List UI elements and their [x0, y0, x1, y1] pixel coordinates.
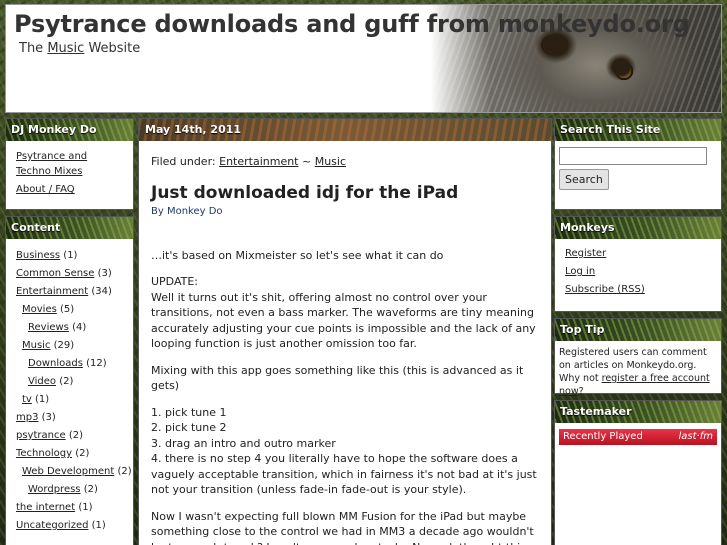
- category-item: tv (1): [16, 391, 125, 409]
- monkeys-box: Monkeys Register Log in Subscribe (RSS): [554, 216, 722, 312]
- site-tagline: The Music Website: [19, 41, 141, 56]
- category-item: psytrance (2): [16, 427, 125, 445]
- tastemaker-box: Tastemaker Recently Played last·fm: [554, 400, 722, 545]
- category-count: (5): [60, 304, 75, 315]
- category-count: (29): [53, 340, 75, 351]
- category-item: Entertainment (34): [16, 283, 125, 301]
- about-faq-link[interactable]: About / FAQ: [16, 184, 75, 195]
- category-item: Reviews (4): [16, 319, 125, 337]
- category-item: the internet (1): [16, 499, 125, 517]
- register-link[interactable]: Register: [565, 248, 606, 259]
- filed-under: Filed under: Entertainment ~ Music: [151, 155, 347, 168]
- category-count: (1): [63, 250, 78, 261]
- top-tip-box: Top Tip Registered users can comment on …: [554, 318, 722, 397]
- dj-monkey-do-box: DJ Monkey Do Psytrance and Techno Mixes …: [5, 118, 134, 210]
- tagline-music-link[interactable]: Music: [47, 41, 84, 56]
- filed-entertainment-link[interactable]: Entertainment: [219, 155, 298, 168]
- category-item: mp3 (3): [16, 409, 125, 427]
- category-item: Uncategorized (1): [16, 517, 125, 535]
- category-link[interactable]: Business: [16, 250, 60, 261]
- search-button[interactable]: Search: [559, 169, 609, 190]
- category-count: (3): [41, 412, 56, 423]
- post-paragraph: …it's based on Mixmeister so let's see w…: [151, 248, 444, 262]
- category-count: (2): [83, 484, 98, 495]
- category-count: (1): [35, 394, 50, 405]
- post-paragraph: Mixing with this app goes something like…: [151, 363, 524, 393]
- category-item: Technology (2): [16, 445, 125, 463]
- category-link[interactable]: the internet: [16, 502, 75, 513]
- post-steps: 1. pick tune 1 2. pick tune 2 3. drag an…: [151, 405, 537, 497]
- monkeys-box-title: Monkeys: [555, 217, 721, 239]
- category-item: Wordpress (2): [16, 481, 125, 499]
- category-item: Movies (5): [16, 301, 125, 319]
- top-tip-cta: Why not register a free account now?: [559, 373, 710, 397]
- top-tip-text: Registered users can comment on articles…: [559, 347, 707, 371]
- category-link[interactable]: Entertainment: [16, 286, 88, 297]
- category-link[interactable]: Uncategorized: [16, 520, 88, 531]
- category-link[interactable]: Downloads: [28, 358, 83, 369]
- category-item: Web Development (2): [16, 463, 132, 481]
- category-link[interactable]: Wordpress: [28, 484, 81, 495]
- category-link[interactable]: psytrance: [16, 430, 66, 441]
- post-date: May 14th, 2011: [139, 119, 551, 141]
- category-count: (4): [72, 322, 87, 333]
- post-byline: By Monkey Do: [151, 206, 223, 217]
- category-link[interactable]: Reviews: [28, 322, 69, 333]
- category-link[interactable]: Music: [22, 340, 50, 351]
- category-link[interactable]: Technology: [16, 448, 72, 459]
- site-title[interactable]: Psytrance downloads and guff from monkey…: [14, 10, 690, 38]
- category-item: Common Sense (3): [16, 265, 125, 283]
- search-box-title: Search This Site: [555, 119, 721, 141]
- category-link[interactable]: Movies: [22, 304, 57, 315]
- category-link[interactable]: Video: [28, 376, 56, 387]
- category-count: (2): [68, 430, 83, 441]
- category-count: (12): [86, 358, 107, 369]
- category-link[interactable]: Web Development: [22, 466, 114, 477]
- search-box: Search This Site Search: [554, 118, 722, 210]
- post-main: May 14th, 2011 Filed under: Entertainmen…: [138, 118, 552, 545]
- post-title[interactable]: Just downloaded idj for the iPad: [151, 184, 540, 202]
- subscribe-rss-link[interactable]: Subscribe (RSS): [565, 284, 645, 295]
- login-link[interactable]: Log in: [565, 266, 595, 277]
- category-count: (3): [97, 268, 112, 279]
- category-count: (34): [91, 286, 112, 297]
- top-tip-title: Top Tip: [555, 319, 721, 341]
- category-count: (1): [91, 520, 106, 531]
- dj-box-title: DJ Monkey Do: [6, 119, 133, 141]
- category-item: Downloads (12): [16, 355, 125, 373]
- content-box-title: Content: [6, 217, 133, 239]
- lastfm-logo: last·fm: [678, 431, 713, 442]
- category-list: Business (1) Common Sense (3) Entertainmen…: [16, 247, 132, 535]
- post-paragraph-update: UPDATE: Well it turns out it's shit, off…: [151, 275, 536, 350]
- category-link[interactable]: mp3: [16, 412, 38, 423]
- category-item: Video (2): [16, 373, 125, 391]
- category-link[interactable]: Common Sense: [16, 268, 94, 279]
- search-input[interactable]: [559, 147, 707, 165]
- tastemaker-title: Tastemaker: [555, 401, 721, 423]
- category-count: (1): [78, 502, 93, 513]
- category-item: Business (1): [16, 247, 125, 265]
- category-count: (2): [117, 466, 132, 477]
- category-link[interactable]: tv: [22, 394, 32, 405]
- lastfm-recently-played-widget[interactable]: Recently Played last·fm: [559, 429, 717, 445]
- category-count: (2): [59, 376, 74, 387]
- post-paragraph: Now I wasn't expecting full blown MM Fus…: [151, 509, 534, 545]
- category-item: Music (29): [16, 337, 125, 355]
- filed-music-link[interactable]: Music: [315, 155, 346, 168]
- category-count: (2): [75, 448, 90, 459]
- content-box: Content Business (1) Common Sense (3) Ente…: [5, 216, 134, 545]
- mixes-link[interactable]: Psytrance and Techno Mixes: [16, 151, 87, 177]
- site-header: Psytrance downloads and guff from monkey…: [5, 4, 722, 113]
